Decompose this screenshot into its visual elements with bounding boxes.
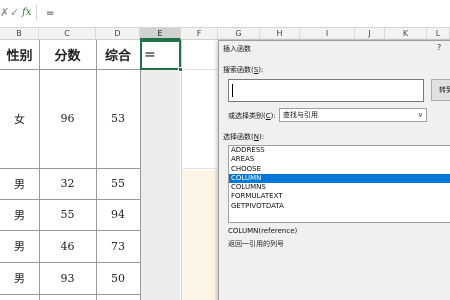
cell-total[interactable]: 55 <box>96 168 140 199</box>
text-caret <box>232 84 233 97</box>
column-header-j[interactable]: J <box>355 28 385 40</box>
function-list-item-selected[interactable]: COLUMN <box>229 173 450 184</box>
gridline <box>181 168 218 169</box>
gridline <box>140 40 141 300</box>
column-header-c[interactable]: C <box>39 28 96 40</box>
gridline <box>0 294 140 295</box>
cancel-icon[interactable]: ✗ <box>0 7 9 19</box>
gridline <box>181 69 218 70</box>
column-header-k[interactable]: K <box>385 28 427 40</box>
column-header-e[interactable]: E <box>140 28 181 40</box>
formula-bar-divider <box>36 5 37 21</box>
function-signature: COLUMN(reference) <box>228 227 298 235</box>
cell-score-header[interactable]: 分数 <box>39 40 96 69</box>
function-list[interactable]: ADDRESS AREAS CHOOSE COLUMN COLUMNS FORM… <box>228 145 450 223</box>
function-description: 返回一引用的列号 <box>228 240 284 248</box>
cell-gender[interactable]: 女 <box>0 69 39 168</box>
cell-score[interactable]: 55 <box>39 199 96 230</box>
cell-total[interactable]: 53 <box>96 69 140 168</box>
function-list-item[interactable]: CHOOSE <box>229 165 450 174</box>
formula-input[interactable]: = <box>46 8 54 19</box>
highlight-band <box>181 170 218 300</box>
cell-score[interactable]: 46 <box>39 230 96 262</box>
cell-total[interactable]: 50 <box>96 262 140 294</box>
cell-gender[interactable]: 男 <box>0 262 39 294</box>
cell-total[interactable]: 94 <box>96 199 140 230</box>
column-header-l[interactable]: L <box>427 28 450 40</box>
active-cell-e[interactable]: = <box>140 40 183 72</box>
category-select[interactable]: 查找与引用 ∨ <box>279 108 427 122</box>
fill-handle[interactable] <box>178 67 183 72</box>
active-cell-value: = <box>144 47 156 63</box>
insert-function-icon[interactable]: fx <box>22 7 31 19</box>
select-function-label: 选择函数(N): <box>223 133 265 141</box>
function-list-item[interactable]: COLUMNS <box>229 183 450 192</box>
function-list-item[interactable]: FORMULATEXT <box>229 192 450 201</box>
cell-gender[interactable]: 男 <box>0 199 39 230</box>
insert-function-dialog: 插入函数 ? 搜索函数(S): 转到 或选择类别(C): 查找与引用 ∨ 选择函… <box>218 40 450 300</box>
function-list-item[interactable]: ADDRESS <box>229 146 450 155</box>
enter-icon[interactable]: ✓ <box>10 7 19 19</box>
column-header-b[interactable]: B <box>0 28 39 40</box>
gridline <box>181 40 182 300</box>
dialog-title: 插入函数 <box>223 45 251 53</box>
chevron-down-icon: ∨ <box>417 111 423 119</box>
cell-score[interactable]: 32 <box>39 168 96 199</box>
help-icon[interactable]: ? <box>437 43 441 52</box>
column-header-g[interactable]: G <box>218 28 260 40</box>
column-header-row: B C D E F G H I J K L <box>0 28 450 40</box>
cell-total-header[interactable]: 综合 <box>96 40 140 69</box>
cell-score[interactable]: 96 <box>39 69 96 168</box>
formula-bar: ✗ ✓ fx = <box>0 0 450 28</box>
cell-gender[interactable]: 男 <box>0 168 39 199</box>
search-label: 搜索函数(S): <box>223 66 264 74</box>
search-input[interactable] <box>228 79 424 102</box>
function-list-item[interactable]: AREAS <box>229 155 450 164</box>
cell-total[interactable]: 73 <box>96 230 140 262</box>
category-label: 或选择类别(C): <box>228 112 276 120</box>
column-header-f[interactable]: F <box>181 28 218 40</box>
cell-gender-header[interactable]: 性别 <box>0 40 39 69</box>
column-e-shade <box>140 40 180 300</box>
function-list-item[interactable]: GETPIVOTDATA <box>229 202 450 211</box>
column-header-h[interactable]: H <box>260 28 300 40</box>
go-button[interactable]: 转到 <box>431 79 450 101</box>
cell-gender[interactable]: 男 <box>0 230 39 262</box>
column-header-d[interactable]: D <box>96 28 140 40</box>
cell-score[interactable]: 93 <box>39 262 96 294</box>
column-header-i[interactable]: I <box>300 28 355 40</box>
